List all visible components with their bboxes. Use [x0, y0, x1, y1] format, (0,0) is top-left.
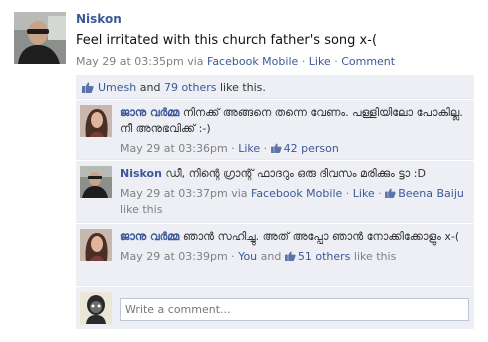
comment-body: ജാനു വർമ്മ നിനക്ക് അങ്ങനെ തന്നെ വേണം. പള…	[120, 105, 468, 157]
comment-like-suffix: like this	[120, 203, 163, 216]
comment-text: ഞാൻ സഹിച്ചു. അത് അപ്പോ ഞാൻ നോക്കിക്കോളും…	[182, 230, 460, 243]
likes-summary: Umesh and 79 others like this.	[76, 75, 474, 99]
comment-source-link[interactable]: Facebook Mobile	[251, 187, 342, 200]
thumbs-up-icon	[82, 82, 94, 93]
thumbs-up-icon	[270, 143, 282, 153]
comment-like-suffix: like this	[353, 250, 397, 263]
comment-like-count-link[interactable]: 42 person	[284, 142, 339, 155]
commenter-avatar[interactable]	[80, 229, 112, 261]
comment-author-link[interactable]: ജാനു വർമ്മ	[120, 106, 179, 119]
post-meta: May 29 at 03:35pm via Facebook Mobile · …	[76, 55, 395, 68]
post-like-link[interactable]: Like	[309, 55, 331, 68]
commenter-avatar[interactable]	[80, 166, 112, 198]
thumbs-up-icon	[284, 251, 296, 261]
comment-timestamp[interactable]: May 29 at 03:37pm	[120, 187, 228, 200]
post-message: Feel irritated with this church father's…	[76, 33, 378, 48]
avatar-photo	[14, 12, 66, 64]
comment-timestamp[interactable]: May 29 at 03:39pm	[120, 250, 228, 263]
thumbs-up-icon	[385, 188, 396, 198]
post-source-link[interactable]: Facebook Mobile	[207, 55, 298, 68]
comment-body: ജാനു വർമ്മ ഞാൻ സഹിച്ചു. അത് അപ്പോ ഞാൻ നോ…	[120, 229, 468, 265]
post-via-label: via	[187, 55, 204, 68]
comment-item: ജാനു വർമ്മ ഞാൻ സഹിച്ചു. അത് അപ്പോ ഞാൻ നോ…	[76, 224, 474, 286]
comment-and: and	[260, 250, 282, 263]
comment-author-link[interactable]: ജാനു വർമ്മ	[120, 230, 179, 243]
comment-text: ഡീ, നിന്റെ ഗ്രാന്റ് ഫാദറും ഒരു ദിവസം മരി…	[165, 167, 426, 180]
comment-you-link[interactable]: You	[238, 250, 257, 263]
comment-input[interactable]	[120, 298, 469, 321]
avatar-photo	[80, 229, 112, 261]
viewer-avatar	[80, 292, 112, 324]
post-timestamp[interactable]: May 29 at 03:35pm	[76, 55, 184, 68]
feedback-section: Umesh and 79 others like this. ജാനു വർമ്…	[76, 75, 474, 329]
commenter-avatar[interactable]	[80, 105, 112, 137]
comment-meta: May 29 at 03:39pm · You and 51 others li…	[120, 250, 397, 263]
post-comment-link[interactable]: Comment	[341, 55, 395, 68]
comment-body: Niskon ഡീ, നിന്റെ ഗ്രാന്റ് ഫാദറും ഒരു ദി…	[120, 166, 468, 218]
comment-via-label: via	[231, 187, 248, 200]
separator: ·	[330, 55, 342, 68]
likes-others-link[interactable]: 79 others	[164, 81, 217, 94]
likes-suffix: like this.	[219, 81, 266, 94]
comment-item: ജാനു വർമ്മ നിനക്ക് അങ്ങനെ തന്നെ വേണം. പള…	[76, 100, 474, 160]
comment-like-link[interactable]: Like	[353, 187, 375, 200]
comment-others-link[interactable]: 51 others	[298, 250, 351, 263]
comment-like-user-link[interactable]: Beena Baiju	[398, 187, 464, 200]
post-author-avatar[interactable]	[14, 12, 66, 64]
avatar-photo	[80, 292, 112, 324]
comment-item: Niskon ഡീ, നിന്റെ ഗ്രാന്റ് ഫാദറും ഒരു ദി…	[76, 161, 474, 223]
comment-timestamp[interactable]: May 29 at 03:36pm	[120, 142, 228, 155]
avatar-photo	[80, 105, 112, 137]
like-user-link[interactable]: Umesh	[98, 81, 136, 94]
likes-and: and	[139, 81, 161, 94]
comment-meta: May 29 at 03:36pm · Like · 42 person	[120, 142, 339, 155]
comment-like-link[interactable]: Like	[238, 142, 260, 155]
post-author-name[interactable]: Niskon	[76, 12, 122, 26]
reply-row	[76, 287, 474, 329]
separator: ·	[298, 55, 309, 68]
avatar-photo	[80, 166, 112, 198]
comment-meta: May 29 at 03:37pm via Facebook Mobile · …	[120, 187, 464, 216]
comment-author-link[interactable]: Niskon	[120, 167, 162, 180]
